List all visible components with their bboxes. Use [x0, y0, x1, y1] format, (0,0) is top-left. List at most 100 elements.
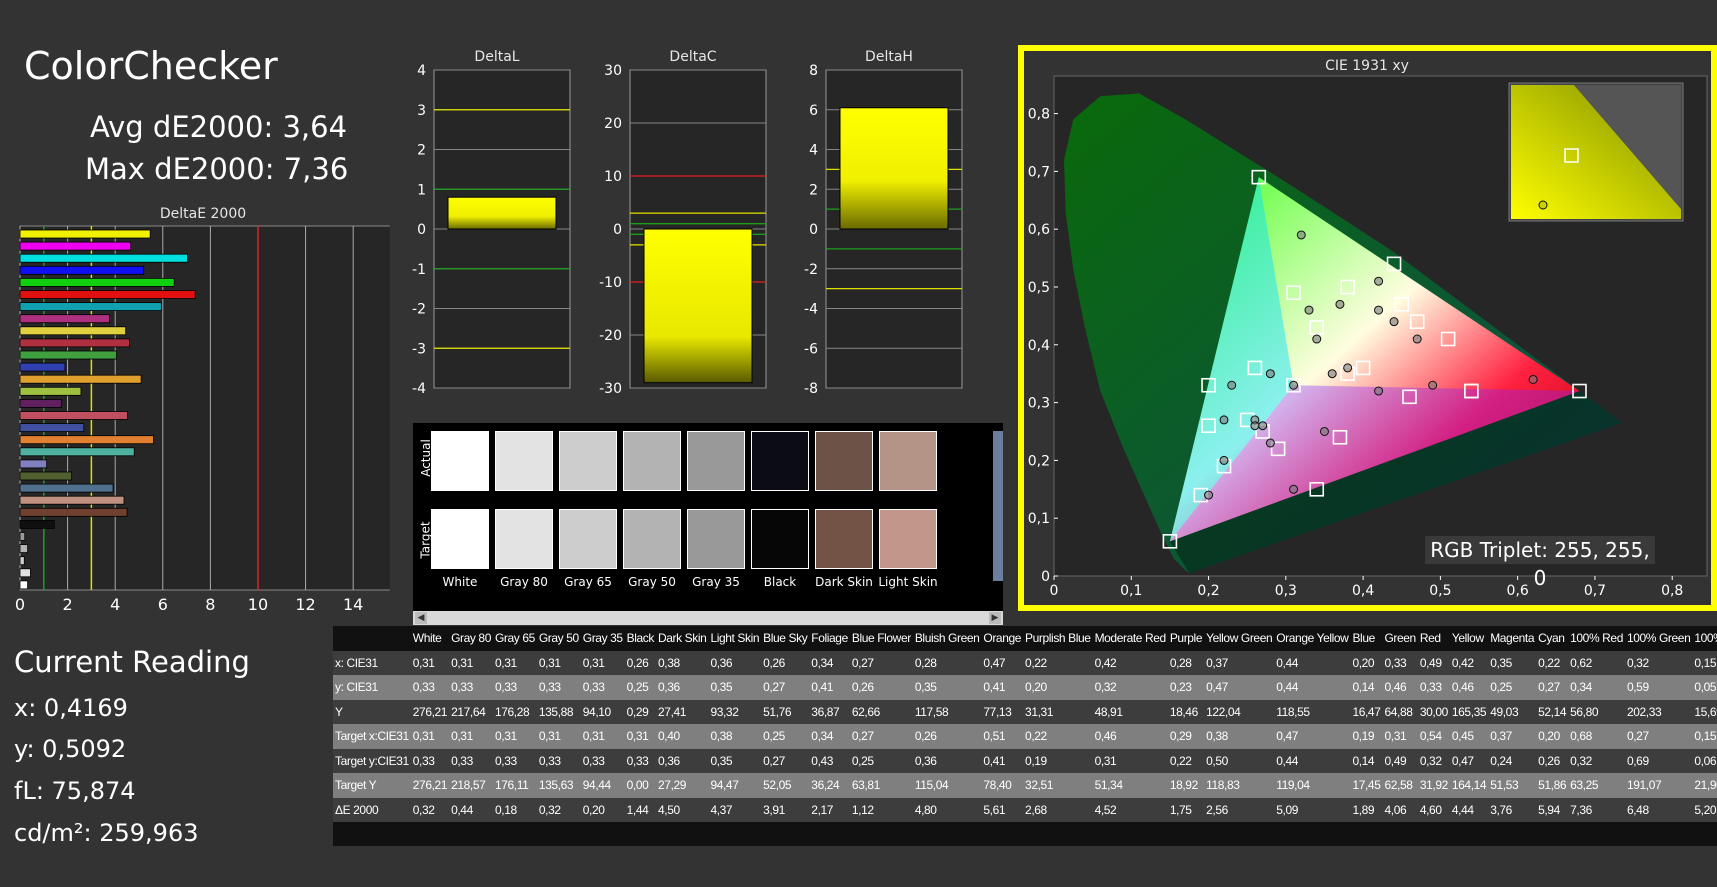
table-cell: 0,33	[412, 753, 435, 768]
table-cell: 63,25	[1570, 778, 1599, 793]
deltal-y-tick: -1	[412, 262, 426, 278]
table-cell: 63,81	[851, 778, 880, 793]
scroll-right-arrow-icon[interactable]: ▶	[989, 612, 1001, 624]
table-header-cell: Gray 80	[449, 626, 493, 651]
table-cell: 0,44	[1276, 753, 1299, 768]
table-header-cell: Black	[624, 626, 657, 651]
cie-measured-point	[1374, 386, 1384, 396]
table-header-cell: 100% Blue	[1692, 626, 1717, 651]
table-cell: 0,31	[1384, 729, 1407, 744]
table-cell: 0,34	[811, 729, 834, 744]
table-cell: 5,09	[1276, 802, 1299, 817]
deltae-bar	[19, 302, 162, 311]
table-cell: 31,31	[1025, 704, 1054, 719]
table-header-cell: Purple	[1167, 626, 1205, 651]
table-cell: 0,15	[1694, 729, 1717, 744]
table-cell: 0,25	[626, 680, 649, 695]
table-cell: 217,64	[451, 704, 486, 719]
table-header-cell: Orange Yellow	[1274, 626, 1351, 651]
deltah-bar	[839, 107, 949, 230]
deltae-bar	[19, 253, 188, 263]
table-cell: 1,12	[851, 802, 874, 817]
table-cell: 0,31	[626, 729, 649, 744]
table-header-cell: Light Skin	[708, 626, 762, 651]
table-cell: 0,31	[451, 729, 473, 744]
swatch-label: Gray 35	[692, 575, 740, 589]
table-cell: 0,27	[763, 753, 785, 768]
table-cell: 0,46	[1094, 729, 1117, 744]
table-cell: 51,53	[1490, 778, 1519, 793]
table-cell: 0,51	[983, 729, 1006, 744]
cie-y-tick: 0,8	[1028, 107, 1050, 123]
deltah-y-tick: 4	[809, 143, 818, 159]
swatch-target	[495, 509, 553, 569]
table-cell: 0,25	[1490, 680, 1512, 695]
swatch-label: Gray 50	[628, 575, 676, 589]
cie-x-tick: 0,8	[1661, 583, 1683, 599]
table-cell: 0,47	[1451, 753, 1474, 768]
current-cd: cd/m²: 259,963	[14, 819, 199, 847]
table-cell: 0,33	[412, 680, 435, 695]
table-cell: 0,26	[626, 655, 649, 670]
table-cell: 36,24	[811, 778, 840, 793]
swatch-label: Gray 65	[564, 575, 612, 589]
table-cell: 0,33	[626, 753, 649, 768]
table-cell: 0,35	[1490, 655, 1512, 670]
table-cell: 0,20	[1538, 729, 1560, 744]
table-cell: 52,14	[1538, 704, 1567, 719]
table-cell: 0,54	[1419, 729, 1442, 744]
cie-measured-point	[1528, 374, 1538, 384]
table-cell: 0,27	[851, 655, 874, 670]
swatch-scrollbar[interactable]: ◀ ▶	[413, 611, 1003, 625]
cie-measured-point	[1428, 380, 1438, 390]
table-cell: 0,42	[1094, 655, 1117, 670]
table-cell: 21,90	[1694, 778, 1717, 793]
swatch-target	[815, 509, 873, 569]
table-cell: 0,05	[1694, 680, 1717, 695]
table-cell: 202,33	[1626, 704, 1662, 719]
table-row: ΔE 2000 0,32 0,44 0,18 0,32 0,20 1,44 4,50 4,37 3…	[333, 797, 1717, 822]
scroll-left-arrow-icon[interactable]: ◀	[415, 612, 427, 624]
cie-measured-point	[1412, 334, 1422, 344]
table-cell: 0,47	[983, 655, 1006, 670]
table-cell: 0,00	[626, 778, 649, 793]
deltae-bar	[19, 350, 118, 360]
table-cell: 0,43	[811, 753, 834, 768]
table-cell: 5,61	[983, 802, 1006, 817]
table-cell: 0,32	[1626, 655, 1649, 670]
table-cell: 0,34	[811, 655, 834, 670]
table-cell: 0,28	[914, 655, 937, 670]
deltah-y-tick: 6	[809, 103, 818, 119]
table-header-cell: Blue Sky	[761, 626, 810, 651]
table-row: y: CIE31 0,33 0,33 0,33 0,33 0,33 0,25 0,36 0,35…	[333, 675, 1717, 700]
cie-measured-point	[1265, 438, 1275, 448]
deltah-y-tick: -4	[804, 302, 818, 318]
table-cell: 118,55	[1276, 704, 1310, 719]
table-cell: 0,31	[412, 655, 435, 670]
table-cell: 0,33	[494, 680, 517, 695]
table-cell: 0,37	[1206, 655, 1228, 670]
table-row-label: Y	[333, 699, 411, 724]
cie-y-tick: 0,6	[1028, 222, 1050, 238]
swatch-actual	[815, 431, 873, 491]
table-cell: 176,11	[494, 778, 529, 793]
swatch-target	[431, 509, 489, 569]
table-row-label: ΔE 2000	[333, 797, 411, 822]
table-cell: 0,19	[1025, 753, 1047, 768]
table-cell: 117,58	[914, 704, 949, 719]
table-cell: 0,32	[1570, 753, 1592, 768]
table-row-label: Target x:CIE31	[333, 724, 411, 749]
table-cell: 2,17	[811, 802, 834, 817]
cie-x-tick: 0,3	[1275, 583, 1297, 599]
table-cell: 3,91	[763, 802, 785, 817]
table-cell: 0,23	[1169, 680, 1192, 695]
table-cell: 0,33	[538, 753, 561, 768]
table-cell: 0,22	[1025, 729, 1047, 744]
table-header-cell: Purplish Blue	[1023, 626, 1093, 651]
deltah-y-tick: 2	[809, 182, 818, 198]
table-cell: 0,31	[412, 729, 435, 744]
deltae-x-ticks: 0 2 4 6 8 10 12 14	[15, 595, 363, 614]
deltah-y-tick: 0	[809, 222, 818, 238]
deltac-y-tick: 20	[604, 116, 622, 132]
deltae-x-tick: 0	[15, 595, 25, 614]
